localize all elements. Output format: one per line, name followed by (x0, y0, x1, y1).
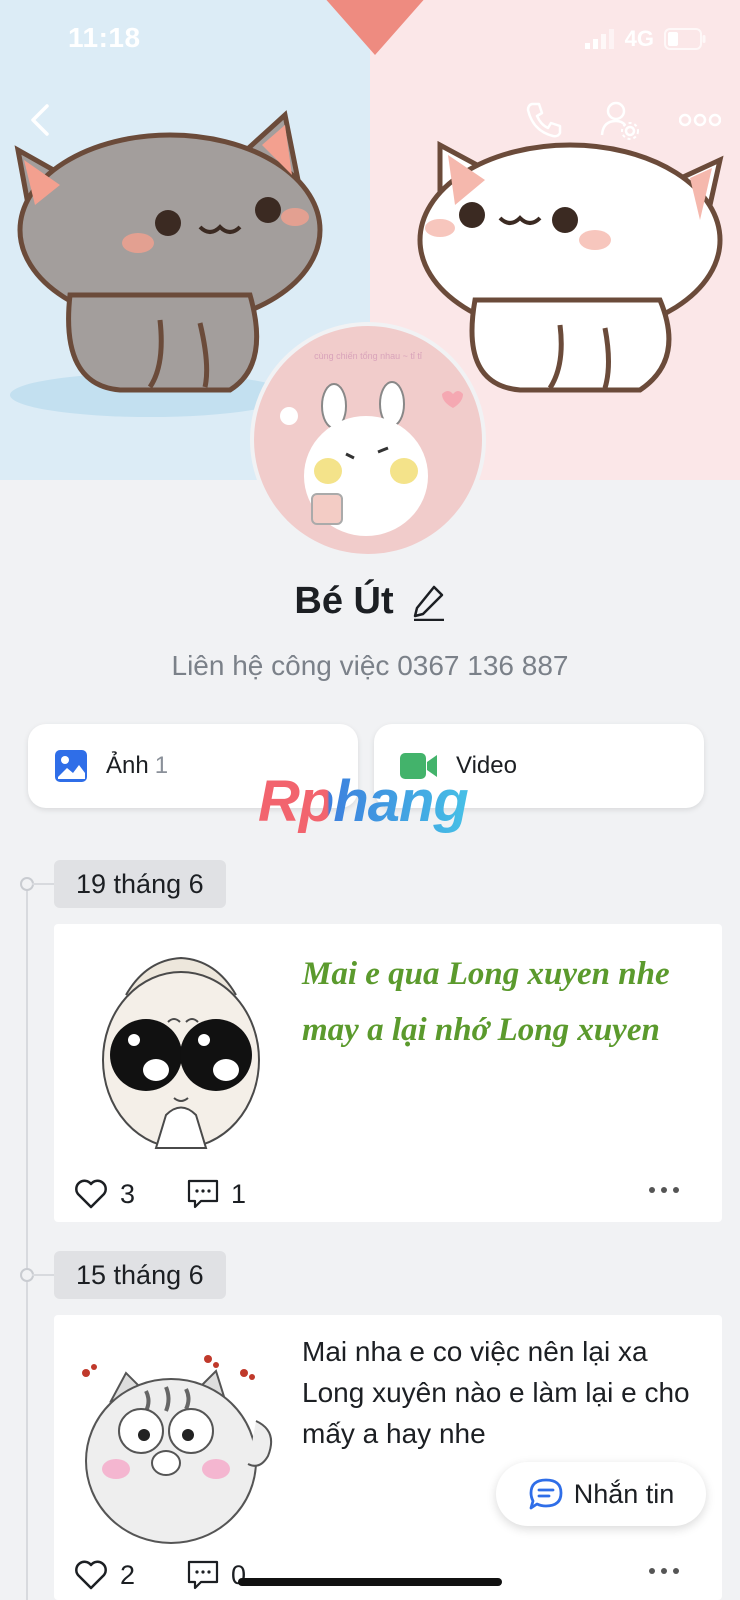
user-settings-icon (600, 101, 639, 140)
back-button[interactable] (18, 98, 62, 142)
message-button-label: Nhắn tin (573, 1478, 675, 1509)
post-card[interactable]: Mai nha e co việc nên lại xa Long xuyên … (54, 1315, 722, 1600)
timeline-line (26, 884, 28, 1600)
comment-count: 1 (231, 1178, 247, 1209)
phone-icon (526, 102, 562, 138)
more-dots-icon (679, 113, 721, 127)
sticker-crying-bun (102, 956, 260, 1149)
timeline-connector (32, 1274, 54, 1276)
like-count: 3 (120, 1178, 136, 1209)
profile-name-row: Bé Út (0, 580, 740, 623)
status-time: 11:18 (68, 22, 141, 53)
image-icon (55, 750, 87, 782)
sticker-cute-cat (82, 1355, 272, 1544)
heart-icon (75, 1179, 107, 1209)
call-button[interactable] (522, 98, 566, 142)
bunny-illustration (280, 381, 463, 536)
avatar[interactable]: cùng chiến tổng nhau ~ tỉ tỉ (254, 326, 482, 554)
post-actions: 3 1 (74, 1174, 702, 1214)
like-button[interactable]: 3 (74, 1178, 135, 1210)
like-count: 2 (120, 1559, 136, 1590)
watermark: Rphang (258, 769, 469, 834)
chevron-left-icon (31, 104, 49, 136)
heart-icon (75, 1560, 107, 1590)
pencil-icon[interactable] (412, 583, 446, 621)
photos-label: Ảnh (106, 752, 149, 779)
post-text: Mai nha e co việc nên lại xa Long xuyên … (302, 1336, 690, 1449)
profile-bio: Liên hệ công việc 0367 136 887 (171, 650, 569, 681)
like-button[interactable]: 2 (74, 1559, 135, 1591)
home-indicator[interactable] (238, 1578, 502, 1586)
comment-button[interactable]: 0 (187, 1560, 246, 1591)
status-indicators: 4G (584, 26, 706, 52)
photos-count: 1 (154, 752, 169, 779)
post-card[interactable]: Mai e qua Long xuyen nhe may a lại nhớ L… (54, 924, 722, 1222)
chat-bubble-icon (529, 1478, 563, 1510)
timeline-connector (32, 883, 54, 885)
more-dots-icon[interactable] (648, 1567, 680, 1575)
network-type: 4G (624, 26, 654, 51)
profile-nav-bar (0, 86, 740, 150)
status-bar: 11:18 4G (0, 0, 740, 80)
signal-icon (584, 29, 614, 49)
user-settings-button[interactable] (598, 98, 642, 142)
date-tag: 15 tháng 6 (54, 1251, 226, 1299)
comment-button[interactable]: 1 (187, 1179, 246, 1210)
comment-icon (187, 1560, 219, 1590)
post-actions: 2 0 (74, 1555, 702, 1595)
more-dots-icon[interactable] (648, 1186, 680, 1194)
profile-name: Bé Út (294, 580, 394, 622)
comment-icon (187, 1179, 219, 1209)
post-text: Mai e qua Long xuyen nhe may a lại nhớ L… (302, 956, 670, 1048)
battery-icon (664, 28, 706, 50)
date-tag: 19 tháng 6 (54, 860, 226, 908)
avatar-frame: cùng chiến tổng nhau ~ tỉ tỉ (250, 322, 486, 558)
message-button[interactable]: Nhắn tin (496, 1462, 706, 1526)
more-button[interactable] (678, 98, 722, 142)
